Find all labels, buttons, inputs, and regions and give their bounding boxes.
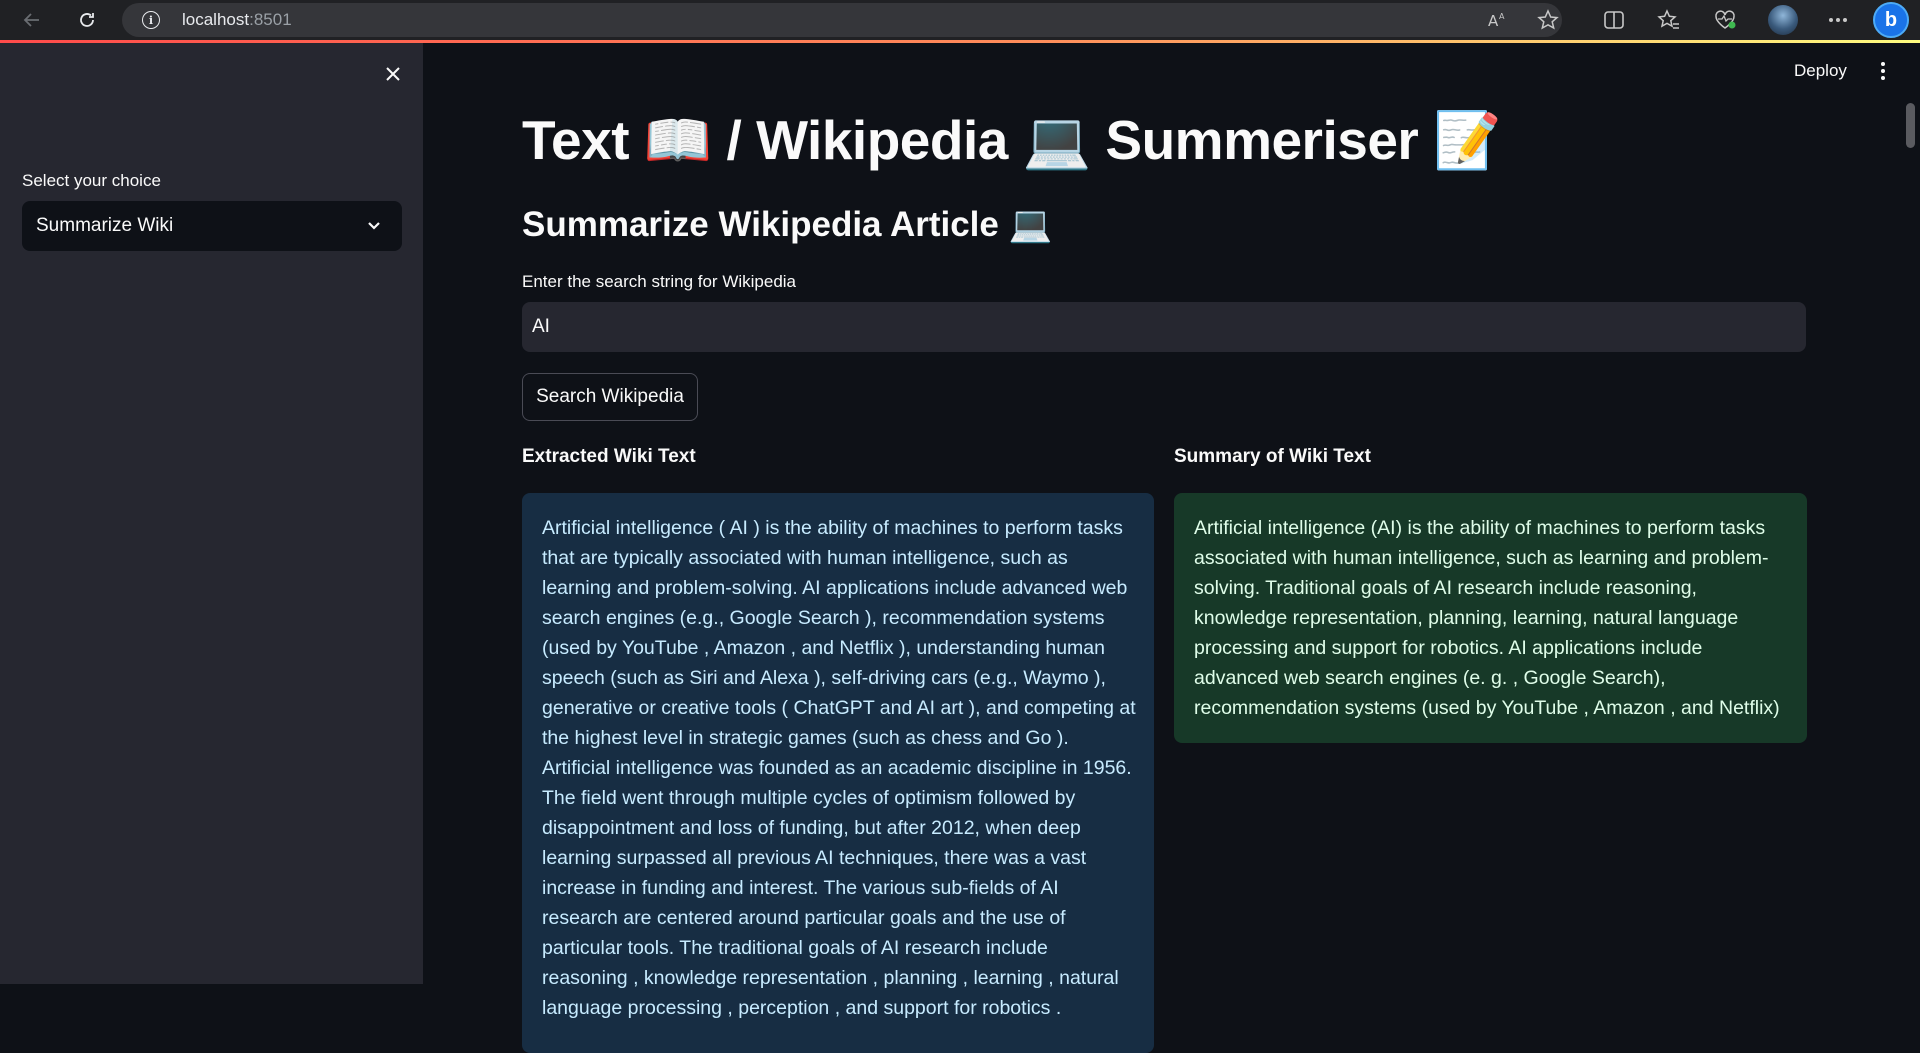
search-wikipedia-button[interactable]: Search Wikipedia: [522, 373, 698, 421]
choice-select[interactable]: Summarize Wiki: [22, 201, 402, 251]
more-icon[interactable]: [1824, 6, 1852, 34]
chevron-down-icon: [368, 222, 380, 230]
kebab-menu-icon[interactable]: [1873, 59, 1893, 83]
favorites-icon[interactable]: [1655, 6, 1683, 34]
svg-text:A: A: [1499, 12, 1505, 21]
search-input-label: Enter the search string for Wikipedia: [522, 272, 797, 291]
summary-text-header: Summary of Wiki Text: [1174, 446, 1371, 467]
svg-text:A: A: [1488, 12, 1499, 30]
extracted-text-header: Extracted Wiki Text: [522, 446, 696, 467]
select-value: Summarize Wiki: [36, 215, 174, 236]
summary-text: Artificial intelligence (AI) is the abil…: [1194, 517, 1780, 719]
bing-copilot-icon[interactable]: b: [1873, 2, 1909, 38]
info-icon[interactable]: i: [142, 11, 160, 29]
scrollbar[interactable]: [1906, 103, 1915, 148]
heart-pulse-icon[interactable]: [1711, 6, 1739, 34]
back-arrow-icon[interactable]: [16, 4, 48, 36]
profile-avatar[interactable]: [1768, 5, 1798, 35]
read-aloud-icon[interactable]: AA: [1484, 6, 1512, 34]
split-screen-icon[interactable]: [1600, 6, 1628, 34]
star-icon[interactable]: [1534, 6, 1562, 34]
close-icon[interactable]: [380, 61, 406, 87]
url-port: :8501: [249, 10, 292, 29]
summary-text-box: Artificial intelligence (AI) is the abil…: [1174, 493, 1807, 743]
extracted-text-box: Artificial intelligence ( AI ) is the ab…: [522, 493, 1154, 1053]
page-subtitle: Summarize Wikipedia Article 💻: [522, 205, 1053, 244]
select-label: Select your choice: [22, 171, 161, 190]
sidebar: Select your choice Summarize Wiki: [0, 43, 423, 984]
search-input[interactable]: [522, 302, 1806, 352]
address-bar[interactable]: i localhost:8501: [122, 3, 1562, 37]
deploy-button[interactable]: Deploy: [1794, 61, 1847, 81]
url-host: localhost: [182, 10, 250, 29]
reload-icon[interactable]: [71, 4, 103, 36]
extracted-text: Artificial intelligence ( AI ) is the ab…: [542, 517, 1136, 1019]
browser-toolbar: i localhost:8501 AA b: [0, 0, 1920, 40]
page-title: Text 📖 / Wikipedia 💻 Summeriser 📝: [522, 109, 1502, 171]
main-content: Deploy Text 📖 / Wikipedia 💻 Summeriser 📝…: [423, 43, 1920, 1053]
